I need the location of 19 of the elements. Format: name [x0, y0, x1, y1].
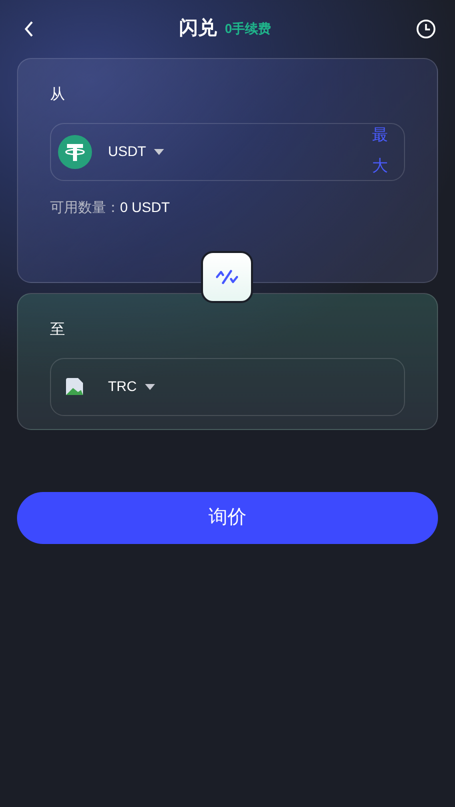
token-name: USDT — [108, 142, 146, 161]
token-name: TRC — [108, 377, 137, 396]
field-label: 至 — [50, 320, 66, 340]
token-selector[interactable]: USDT 最大 — [50, 122, 405, 180]
page-title: 闪兑 — [178, 16, 217, 41]
inquire-button[interactable]: 询价 — [17, 492, 438, 544]
fee-note: 0手续费 — [224, 20, 272, 38]
swap-button[interactable] — [201, 251, 253, 303]
token-selector[interactable]: TRC — [50, 358, 405, 416]
back-icon[interactable] — [24, 21, 34, 37]
swap-icon — [216, 269, 238, 285]
broken-image-icon — [65, 376, 85, 396]
caret-icon — [144, 384, 155, 390]
history-icon[interactable] — [416, 19, 436, 39]
available-label: 可用数量： — [50, 198, 120, 216]
tether-coin-icon — [58, 134, 92, 168]
field-label: 从 — [50, 85, 66, 105]
caret-icon — [154, 148, 164, 154]
available-value: 0 USDT — [120, 198, 170, 216]
